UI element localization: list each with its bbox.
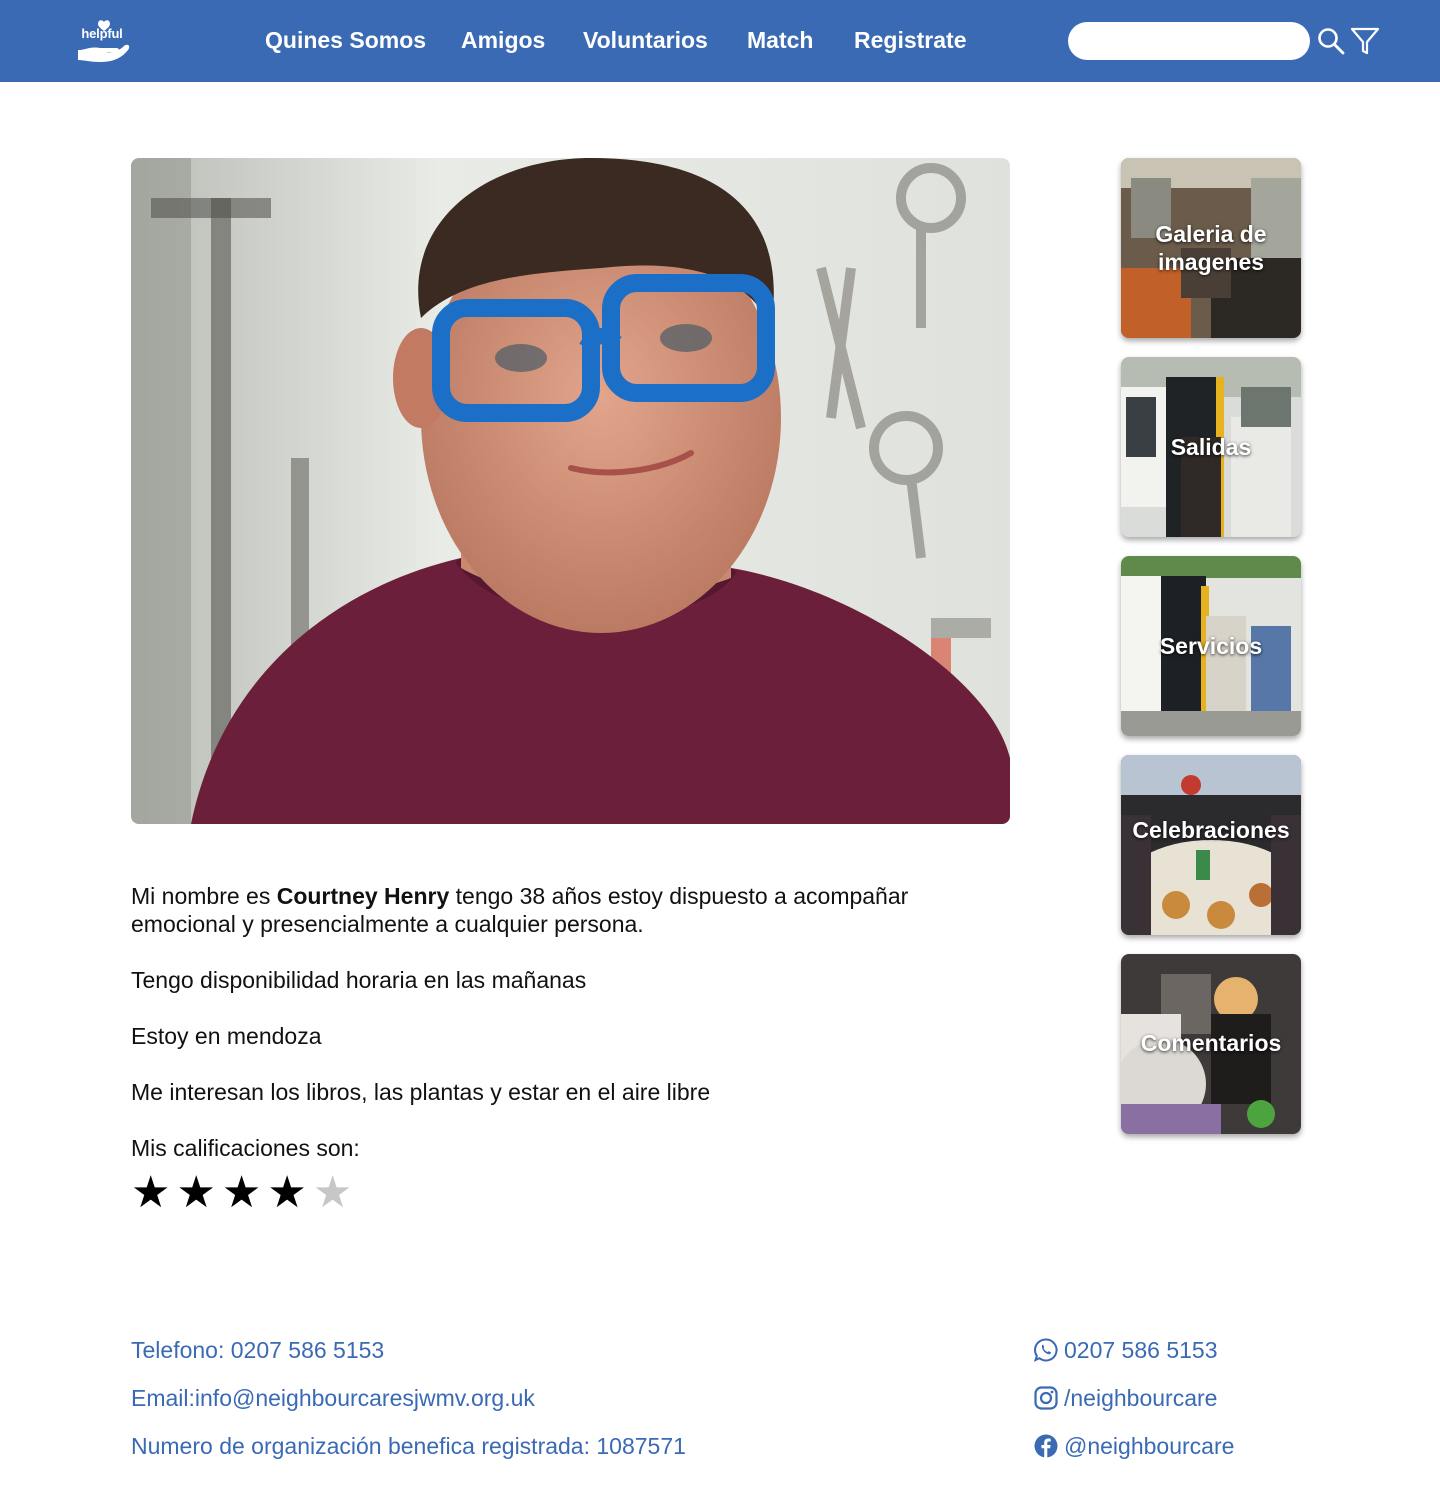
- top-navbar: helpful Quines Somos Amigos Voluntarios …: [0, 0, 1440, 82]
- nav-match[interactable]: Match: [747, 27, 813, 54]
- card-galeria-label-line2: imagenes: [1157, 249, 1265, 275]
- footer-facebook[interactable]: @neighbourcare: [1064, 1432, 1234, 1460]
- logo-text: helpful: [81, 26, 123, 41]
- ratings-label: Mis calificaciones son:: [131, 1135, 360, 1161]
- search-icon[interactable]: [1316, 26, 1346, 56]
- card-salidas-label: Salidas: [1170, 434, 1252, 460]
- card-servicios-label: Servicios: [1159, 633, 1263, 659]
- star-filled-icon: ★: [131, 1168, 177, 1217]
- card-galeria-label-line1: Galeria de: [1155, 221, 1267, 247]
- card-comentarios-label: Comentarios: [1140, 1030, 1282, 1056]
- profile-name: Courtney Henry: [276, 883, 450, 909]
- footer-instagram[interactable]: /neighbourcare: [1064, 1384, 1217, 1412]
- whatsapp-icon[interactable]: [1033, 1337, 1059, 1363]
- card-celebraciones-label: Celebraciones: [1132, 817, 1290, 843]
- bio-availability: Tengo disponibilidad horaria en las maña…: [131, 967, 587, 993]
- card-servicios[interactable]: Servicios: [1121, 556, 1301, 736]
- card-celebraciones-image: [1121, 755, 1301, 935]
- bio-interests: Me interesan los libros, las plantas y e…: [131, 1079, 711, 1105]
- card-galeria-imagenes[interactable]: Galeria de imagenes: [1121, 158, 1301, 338]
- star-filled-icon: ★: [267, 1168, 313, 1217]
- footer-email[interactable]: Email:info@neighbourcaresjwmv.org.uk: [131, 1384, 535, 1412]
- nav-registrate[interactable]: Registrate: [854, 27, 966, 54]
- star-filled-icon: ★: [176, 1168, 222, 1217]
- footer-charity-number: Numero de organización benefica registra…: [131, 1433, 686, 1459]
- bio-intro: Mi nombre es Courtney Henry tengo 38 año…: [131, 883, 909, 937]
- card-celebraciones[interactable]: Celebraciones: [1121, 755, 1301, 935]
- star-filled-icon: ★: [221, 1168, 268, 1217]
- profile-photo: [131, 158, 1010, 824]
- star-rating: ★★★★★: [131, 1170, 358, 1216]
- search-input[interactable]: [1068, 22, 1310, 60]
- nav-voluntarios[interactable]: Voluntarios: [583, 27, 708, 54]
- nav-quienes-somos[interactable]: Quines Somos: [265, 27, 426, 54]
- nav-amigos[interactable]: Amigos: [461, 27, 545, 54]
- footer-phone[interactable]: Telefono: 0207 586 5153: [131, 1336, 384, 1364]
- card-comentarios[interactable]: Comentarios: [1121, 954, 1301, 1134]
- filter-icon[interactable]: [1350, 26, 1380, 56]
- footer-whatsapp[interactable]: 0207 586 5153: [1064, 1336, 1218, 1364]
- bio-location: Estoy en mendoza: [131, 1023, 322, 1049]
- helpful-logo[interactable]: helpful: [76, 16, 132, 64]
- star-empty-icon: ★: [312, 1168, 359, 1217]
- profile-bio: Mi nombre es Courtney Henry tengo 38 año…: [131, 882, 1011, 1162]
- facebook-icon[interactable]: [1033, 1433, 1059, 1459]
- instagram-icon[interactable]: [1033, 1385, 1059, 1411]
- card-salidas[interactable]: Salidas: [1121, 357, 1301, 537]
